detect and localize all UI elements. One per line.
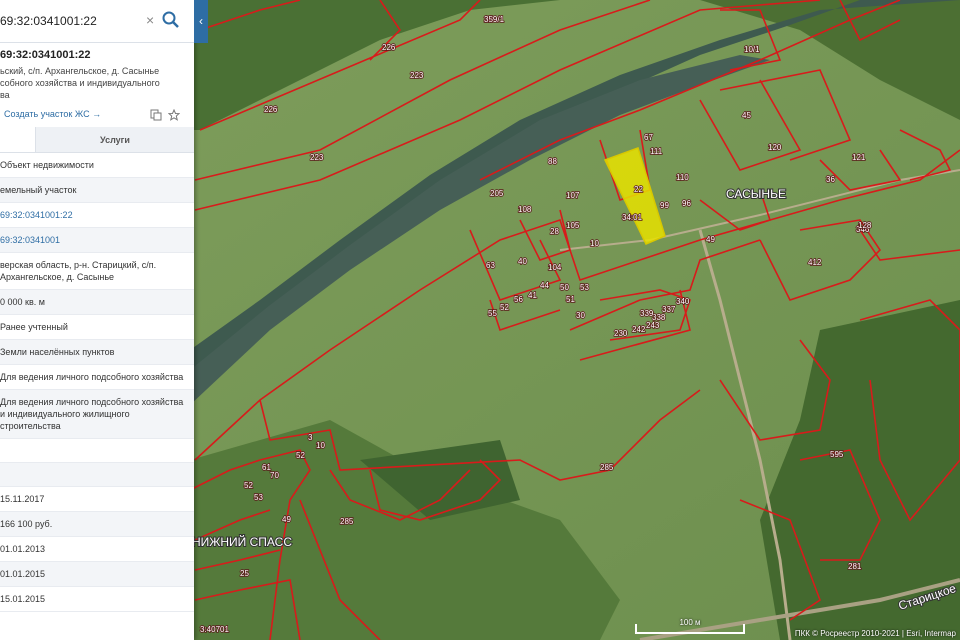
place-label: САСЫНЬЕ xyxy=(726,187,786,201)
parcel-number: 44 xyxy=(540,281,549,290)
parcel-number: 3 xyxy=(308,433,313,442)
parcel-number: 10/1 xyxy=(744,45,760,54)
parcel-number: 120 xyxy=(768,143,782,152)
collapse-panel-button[interactable]: ‹ xyxy=(194,0,208,43)
parcel-number: 223 xyxy=(410,71,424,80)
actions-bar: Создать участок ЖС → xyxy=(0,105,194,127)
attribute-row: 01.01.2013 xyxy=(0,537,194,562)
parcel-number: 226 xyxy=(382,43,396,52)
search-input[interactable] xyxy=(0,8,160,34)
parcel-number: 99 xyxy=(660,201,669,210)
tab-info[interactable] xyxy=(0,127,36,152)
parcel-number: 10 xyxy=(316,441,325,450)
parcel-number: 63 xyxy=(486,261,495,270)
parcel-number: 45 xyxy=(742,111,751,120)
object-address: ьский, с/п. Архангельское, д. Сасынье xyxy=(0,66,160,76)
copy-icon[interactable] xyxy=(150,108,162,121)
scale-label: 100 м xyxy=(679,618,701,627)
create-plot-link[interactable]: Создать участок ЖС → xyxy=(4,109,101,119)
parcel-number: 230 xyxy=(614,329,628,338)
parcel-number: 49 xyxy=(282,515,291,524)
attribute-row: 01.01.2015 xyxy=(0,562,194,587)
parcel-number: 51 xyxy=(566,295,575,304)
parcel-number: 339 xyxy=(640,309,654,318)
attribute-row xyxy=(0,463,194,487)
parcel-number: 53 xyxy=(254,493,263,502)
attribute-row: Для ведения личного подсобного хозяйства… xyxy=(0,390,194,439)
star-icon[interactable] xyxy=(167,108,181,121)
parcel-number: 50 xyxy=(560,283,569,292)
parcel-number: 595 xyxy=(830,450,844,459)
attribute-row: Ранее учтенный xyxy=(0,315,194,340)
search-bar: × xyxy=(0,0,194,43)
parcel-number: 105 xyxy=(566,221,580,230)
parcel-number: 223 xyxy=(310,153,324,162)
parcel-number: 10 xyxy=(590,239,599,248)
parcel-number: 243 xyxy=(646,321,660,330)
parcel-number: 108 xyxy=(518,205,532,214)
info-panel: × 69:32:0341001:22 ьский, с/п. Архангель… xyxy=(0,0,194,640)
tab-bar: Услуги xyxy=(0,127,194,153)
parcel-number: 340 xyxy=(676,297,690,306)
parcel-number: 34:01 xyxy=(622,213,643,222)
parcel-number: 53 xyxy=(580,283,589,292)
parcel-number: 70 xyxy=(270,471,279,480)
attribute-row: 15.11.2017 xyxy=(0,487,194,512)
place-label: НИЖНИЙ СПАСС xyxy=(192,534,292,549)
parcel-number: 121 xyxy=(852,153,866,162)
parcel-number: 40 xyxy=(518,257,527,266)
object-title: 69:32:0341001:22 xyxy=(0,49,91,61)
attribute-row: верская область, р-н. Старицкий, с/п. Ар… xyxy=(0,253,194,290)
parcel-number: 55 xyxy=(488,309,497,318)
parcel-number: 56 xyxy=(514,295,523,304)
parcel-number: 49 xyxy=(706,235,715,244)
parcel-number: 226 xyxy=(264,105,278,114)
object-use: собного хозяйства и индивидуального xyxy=(0,78,160,88)
attribute-row: емельный участок xyxy=(0,178,194,203)
parcel-number: 242 xyxy=(632,325,646,334)
parcel-number: 285 xyxy=(600,463,614,472)
parcel-number: 67 xyxy=(644,133,653,142)
parcel-number: 52 xyxy=(244,481,253,490)
attribute-row: Объект недвижимости xyxy=(0,153,194,178)
parcel-number: 412 xyxy=(808,258,822,267)
clear-icon[interactable]: × xyxy=(146,12,154,28)
parcel-number: 111 xyxy=(650,147,663,156)
parcel-number: 35 xyxy=(484,15,493,24)
attribute-list: Объект недвижимости емельный участок 69:32… xyxy=(0,153,194,612)
parcel-number: 28 xyxy=(550,227,559,236)
parcel-number: 205 xyxy=(490,189,504,198)
attribute-row: Для ведения личного подсобного хозяйства xyxy=(0,365,194,390)
search-icon[interactable] xyxy=(160,9,182,31)
attribute-row: 15.01.2015 xyxy=(0,587,194,612)
parcel-number: 3:40701 xyxy=(200,625,229,634)
parcel-number: 25 xyxy=(240,569,249,578)
attribute-row xyxy=(0,439,194,463)
attribute-row[interactable]: 69:32:0341001:22 xyxy=(0,203,194,228)
scale-bar: 100 м xyxy=(635,618,745,634)
parcel-number: 285 xyxy=(340,517,354,526)
parcel-number: 52 xyxy=(296,451,305,460)
attribute-row: 0 000 кв. м xyxy=(0,290,194,315)
parcel-number: 36 xyxy=(826,175,835,184)
object-summary: 69:32:0341001:22 ьский, с/п. Архангельск… xyxy=(0,43,194,101)
parcel-number: 104 xyxy=(548,263,562,272)
parcel-number: 30 xyxy=(576,311,585,320)
parcel-number: 52 xyxy=(500,303,509,312)
parcel-number: 88 xyxy=(548,157,557,166)
parcel-number: 281 xyxy=(848,562,862,571)
parcel-number: 41 xyxy=(528,291,537,300)
attribute-row: Земли населённых пунктов xyxy=(0,340,194,365)
tab-services[interactable]: Услуги xyxy=(36,127,194,152)
attribute-row[interactable]: 69:32:0341001 xyxy=(0,228,194,253)
object-use-cont: ва xyxy=(0,90,10,100)
parcel-number: 338 xyxy=(652,313,666,322)
attribute-row: 166 100 руб. xyxy=(0,512,194,537)
parcel-number: 22 xyxy=(634,185,643,194)
parcel-number: 107 xyxy=(566,191,580,200)
parcel-number: 110 xyxy=(676,173,689,182)
attribution: ПКК © Росреестр 2010-2021 | Esri, Interm… xyxy=(794,629,956,638)
parcel-number: 128 xyxy=(858,221,872,230)
parcel-number: 96 xyxy=(682,199,691,208)
